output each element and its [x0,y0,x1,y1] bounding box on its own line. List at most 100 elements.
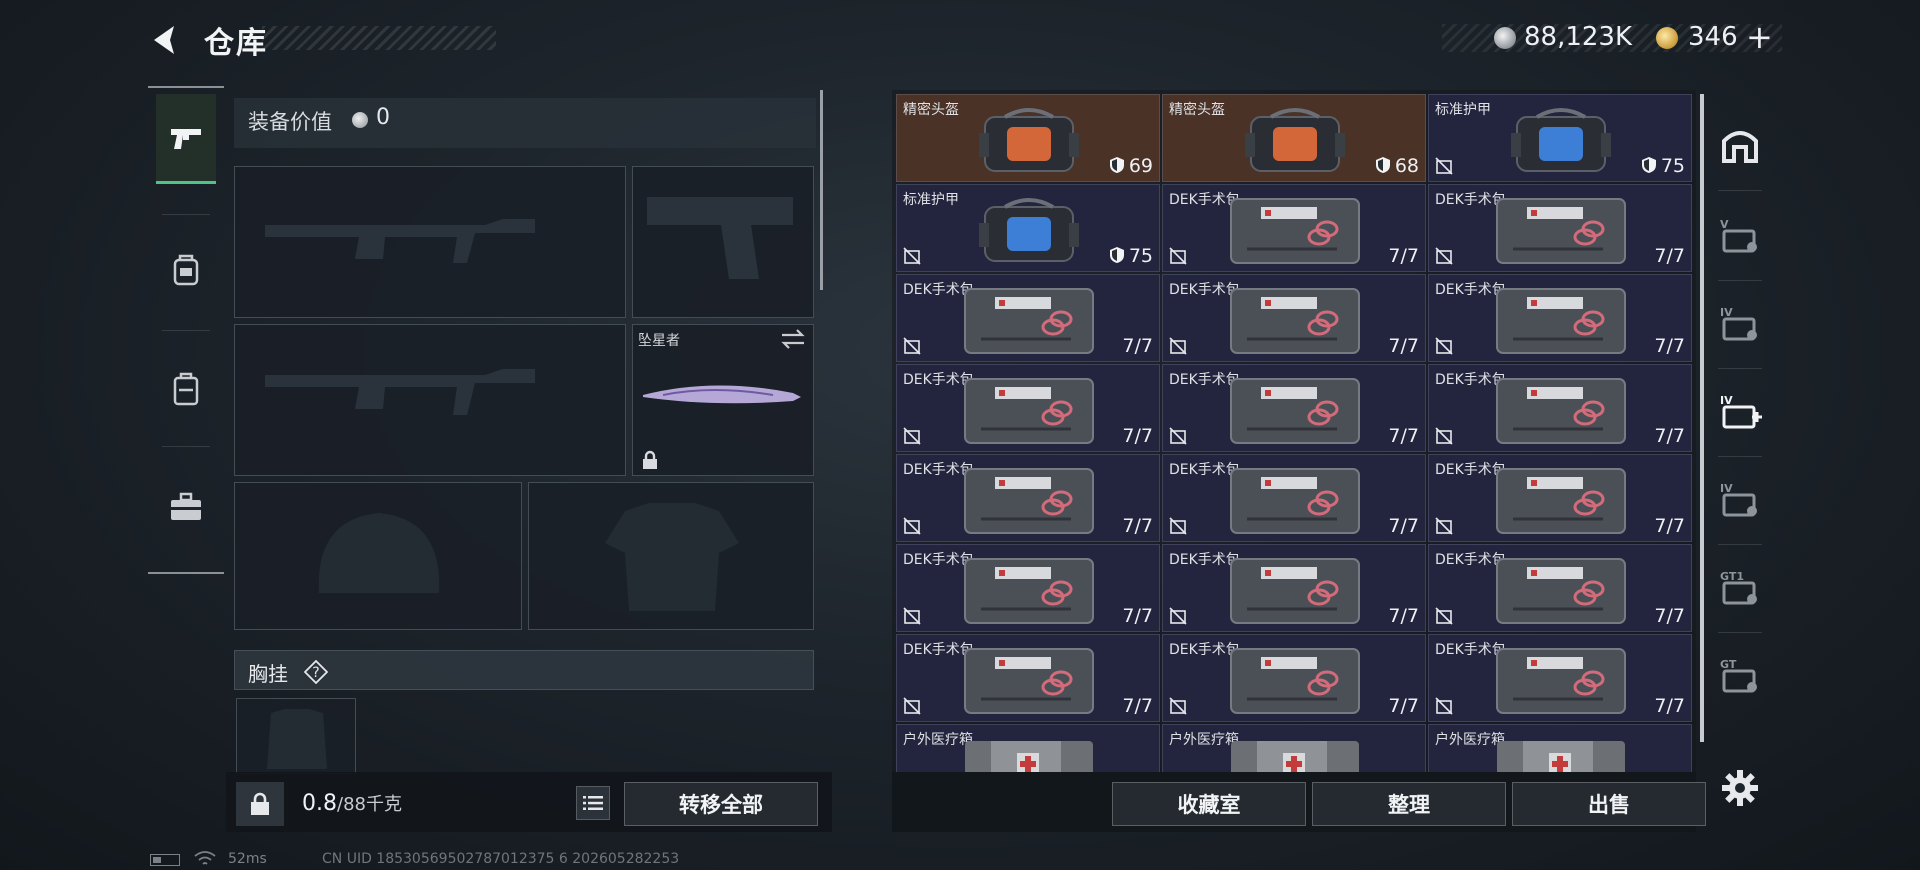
list-view-button[interactable] [576,786,610,820]
first-aid-kit-icon [1496,648,1626,714]
sell-button[interactable]: 出售 [1512,782,1706,826]
stash-tab-1[interactable] [1714,110,1766,180]
storage-item[interactable]: DEK手术包 7/7 [1428,634,1692,722]
item-name: 精密头盔 [1169,102,1225,118]
stash-gt1-icon: GT1 [1720,570,1757,605]
no-insurance-icon [903,427,921,445]
storage-item[interactable]: DEK手术包 7/7 [1428,274,1692,362]
sidearm-slot[interactable] [632,166,814,318]
first-aid-kit-icon [1230,198,1360,264]
no-insurance-icon [903,697,921,715]
storage-item[interactable]: 户外医疗箱 [1162,724,1426,772]
stash-iv-plus-icon: IV [1720,394,1762,429]
rifle-silhouette-icon [265,369,535,415]
lock-button[interactable] [236,782,284,826]
no-insurance-icon [1169,517,1187,535]
lock-icon [251,792,269,815]
stash-tab-6[interactable]: GT1 [1714,552,1766,622]
chest-rig-silhouette-icon [267,709,327,769]
item-value: 7/7 [1122,605,1153,627]
item-value: 7/7 [1388,425,1419,447]
title-decoration [262,26,496,50]
nav-item-weapons[interactable] [156,94,216,184]
swap-icon[interactable] [780,328,806,350]
stash-nav-separator [1718,456,1762,457]
storage-item[interactable]: DEK手术包 7/7 [896,454,1160,542]
storage-item[interactable]: 精密头盔 69 [896,94,1160,182]
storage-item[interactable]: DEK手术包 7/7 [1162,634,1426,722]
no-insurance-icon [1435,247,1453,265]
nav-item-gear[interactable] [156,226,216,316]
storage-item[interactable]: 标准护甲 75 [896,184,1160,272]
item-value: 7/7 [1388,335,1419,357]
storage-item[interactable]: DEK手术包 7/7 [896,364,1160,452]
stash-tab-4[interactable]: IV [1714,376,1766,446]
storage-item[interactable]: DEK手术包 7/7 [1428,544,1692,632]
sort-button[interactable]: 整理 [1312,782,1506,826]
vault-button[interactable]: 收藏室 [1112,782,1306,826]
storage-item[interactable]: DEK手术包 7/7 [1162,454,1426,542]
back-arrow-icon[interactable] [148,22,184,58]
nav-separator [162,214,210,215]
pistol-icon [171,128,201,149]
nav-item-backpack[interactable] [156,344,216,434]
chest-rig-slot[interactable] [236,698,356,774]
left-nav-bottom-divider [148,572,224,574]
stash-tab-7[interactable]: GT [1714,640,1766,710]
gold-amount: 346 [1688,22,1738,52]
nav-item-case[interactable] [156,462,216,552]
svg-text:V: V [1720,218,1729,231]
first-aid-kit-icon [1496,378,1626,444]
weight-current: 0.8 [302,791,337,816]
equipment-scrollbar[interactable] [820,90,823,290]
storage-item[interactable]: DEK手术包 7/7 [1428,184,1692,272]
storage-item[interactable]: DEK手术包 7/7 [896,544,1160,632]
item-value: 69 [1128,155,1153,177]
storage-item[interactable]: DEK手术包 7/7 [1428,454,1692,542]
add-currency-button[interactable]: + [1746,18,1773,56]
help-icon[interactable]: ? [304,660,328,684]
item-value: 7/7 [1388,245,1419,267]
gear-icon[interactable] [1718,766,1762,810]
silver-amount: 88,123K [1524,22,1633,52]
storage-item[interactable]: DEK手术包 7/7 [1162,274,1426,362]
storage-item[interactable]: DEK手术包 7/7 [1428,364,1692,452]
transfer-all-button[interactable]: 转移全部 [624,782,818,826]
armor-slot[interactable] [528,482,814,630]
storage-scrollbar[interactable] [1700,94,1704,742]
first-aid-kit-icon [1230,288,1360,354]
stash-tab-3[interactable]: IV [1714,288,1766,358]
stash-tab-2[interactable]: V [1714,200,1766,270]
first-aid-kit-icon [964,648,1094,714]
helmet-slot[interactable] [234,482,522,630]
item-value: 7/7 [1654,245,1685,267]
storage-item[interactable]: 户外医疗箱 [896,724,1160,772]
armor-case-icon [1511,108,1611,172]
no-insurance-icon [903,247,921,265]
armor-case-icon [979,198,1079,262]
uid-text: CN UID 18530569502787012375 6 2026052822… [322,851,680,867]
storage-item[interactable]: 精密头盔 68 [1162,94,1426,182]
medical-case-icon [1497,741,1625,772]
first-aid-kit-icon [1230,648,1360,714]
no-insurance-icon [1169,247,1187,265]
briefcase-icon [171,492,201,520]
storage-item[interactable]: DEK手术包 7/7 [1162,544,1426,632]
storage-item[interactable]: DEK手术包 7/7 [896,634,1160,722]
list-icon [583,796,603,810]
no-insurance-icon [1435,697,1453,715]
storage-item[interactable]: DEK手术包 7/7 [1162,364,1426,452]
stash-tab-5[interactable]: IV [1714,464,1766,534]
item-name: 精密头盔 [903,102,959,118]
storage-item[interactable]: DEK手术包 7/7 [1162,184,1426,272]
carry-weight: 0.8/88千克 [302,790,402,816]
no-insurance-icon [1435,517,1453,535]
storage-item[interactable]: DEK手术包 7/7 [896,274,1160,362]
stash-gt1-b-icon: GT [1720,658,1757,693]
backpack-armor-icon [173,254,199,286]
storage-item[interactable]: 标准护甲 75 [1428,94,1692,182]
primary-weapon-slot[interactable] [234,166,626,318]
melee-name: 坠星者 [638,333,680,349]
secondary-weapon-slot[interactable] [234,324,626,476]
storage-item[interactable]: 户外医疗箱 [1428,724,1692,772]
